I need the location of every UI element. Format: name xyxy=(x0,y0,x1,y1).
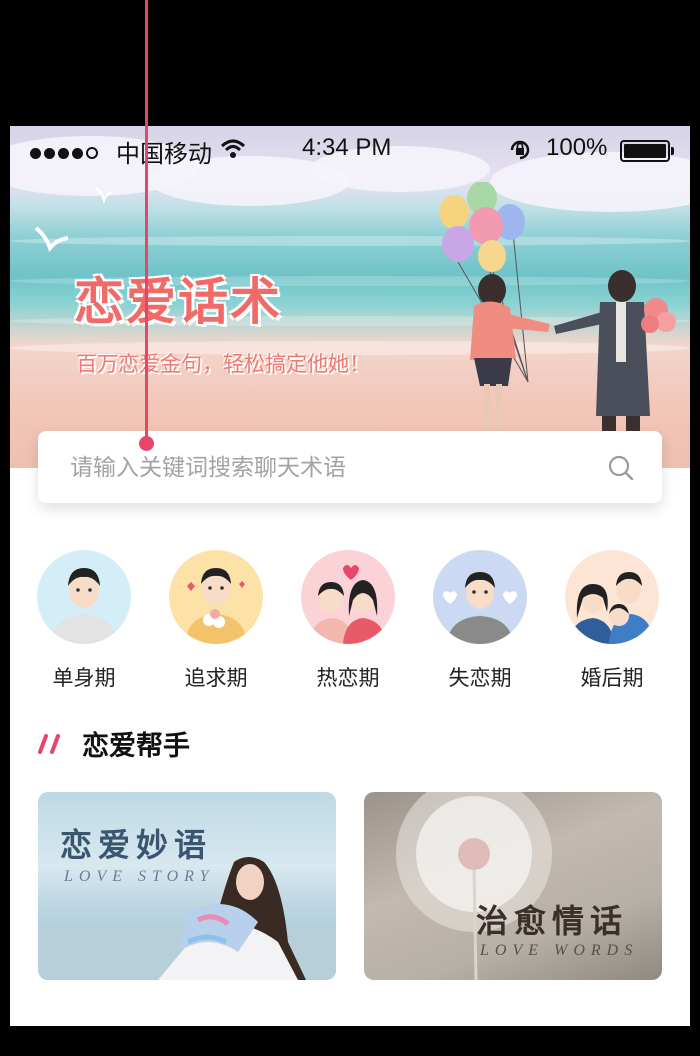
passion-avatar-icon xyxy=(301,550,395,644)
category-breakup[interactable]: 失恋期 xyxy=(425,550,535,692)
card-title: 治愈情话 xyxy=(476,902,629,940)
clock: 4:34 PM xyxy=(302,134,392,161)
married-avatar-icon xyxy=(565,550,659,644)
card-love-words[interactable]: 治愈情话 LOVE WORDS xyxy=(364,792,662,980)
rotation-lock-icon xyxy=(510,140,530,160)
category-married[interactable]: 婚后期 xyxy=(557,550,667,692)
category-label: 热恋期 xyxy=(316,666,380,690)
category-label: 失恋期 xyxy=(448,666,512,690)
category-label: 追求期 xyxy=(184,666,248,690)
pursuit-avatar-icon xyxy=(169,550,263,644)
search-icon[interactable] xyxy=(608,455,634,481)
banner-subtitle: 百万恋爱金句，轻松搞定他她！ xyxy=(76,352,370,376)
status-bar: 中国移动 4:34 PM 100% xyxy=(10,126,690,174)
category-passion[interactable]: 热恋期 xyxy=(293,550,403,692)
wifi-icon xyxy=(220,139,246,158)
banner[interactable]: 中国移动 4:34 PM 100% 恋爱话术 百万恋爱金句，轻松搞定他她！ xyxy=(10,126,690,468)
battery-icon xyxy=(620,140,674,162)
card-love-story[interactable]: 恋爱妙语 LOVE STORY xyxy=(38,792,336,980)
category-row: 单身期 追求期 热恋期 失恋期 婚后期 xyxy=(10,550,690,700)
category-pursuit[interactable]: 追求期 xyxy=(161,550,271,692)
annotation-line xyxy=(145,0,148,444)
category-label: 婚后期 xyxy=(580,666,644,690)
search-bar[interactable] xyxy=(38,431,662,503)
search-input[interactable] xyxy=(68,449,592,487)
category-label: 单身期 xyxy=(52,666,116,690)
signal-icon xyxy=(30,144,101,163)
section-title: 恋爱帮手 xyxy=(82,731,190,762)
carrier-label: 中国移动 xyxy=(116,141,212,168)
card-title: 恋爱妙语 xyxy=(60,826,213,864)
seagull-illustration xyxy=(34,226,69,253)
battery-percent: 100% xyxy=(546,134,608,161)
card-subtitle: LOVE WORDS xyxy=(480,942,639,959)
breakup-avatar-icon xyxy=(433,550,527,644)
annotation-dot xyxy=(139,436,154,451)
single-avatar-icon xyxy=(37,550,131,644)
seagull-small-illustration xyxy=(95,186,113,204)
category-single[interactable]: 单身期 xyxy=(29,550,139,692)
card-subtitle: LOVE STORY xyxy=(64,868,215,885)
phone-screen: 中国移动 4:34 PM 100% 恋爱话术 百万恋爱金句，轻松搞定他她！ 请输… xyxy=(10,126,690,1026)
slash-decoration-icon xyxy=(38,734,60,754)
banner-title: 恋爱话术 xyxy=(74,272,282,331)
